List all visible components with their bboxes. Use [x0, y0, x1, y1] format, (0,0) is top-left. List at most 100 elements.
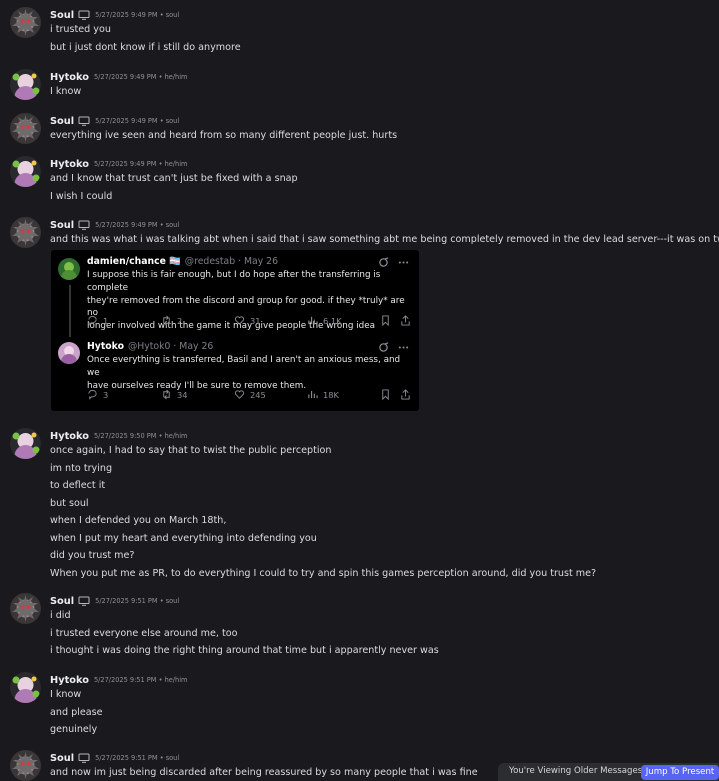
message-header: Hytoko 5/27/2025 9:50 PM • he/him: [50, 429, 187, 443]
tweet-text: Once everything is transferred, Basil an…: [87, 355, 401, 391]
share-button[interactable]: [400, 389, 411, 400]
message-text: when I defended you on March 18th,: [50, 515, 227, 526]
view-count[interactable]: 6.1K: [307, 315, 342, 326]
timestamp[interactable]: 5/27/2025 9:50 PM: [94, 432, 156, 440]
timestamp[interactable]: 5/27/2025 9:49 PM: [94, 160, 156, 168]
message-text: once again, I had to say that to twist t…: [50, 445, 332, 456]
older-messages-label: You're Viewing Older Messages: [509, 766, 643, 776]
author-name[interactable]: Hytoko: [50, 675, 89, 686]
message-text: and now im just being discarded after be…: [50, 767, 478, 778]
message-text: when I put my heart and everything into …: [50, 532, 317, 544]
avatar[interactable]: [10, 672, 41, 703]
bookmark-icon: [382, 315, 389, 326]
avatar[interactable]: [10, 69, 41, 100]
timestamp[interactable]: 5/27/2025 9:49 PM: [95, 11, 157, 19]
bookmark-button[interactable]: [380, 315, 391, 326]
message-meta: 5/27/2025 9:51 PM • soul: [95, 754, 179, 762]
like-count[interactable]: 31: [234, 315, 261, 326]
avatar[interactable]: [10, 7, 41, 38]
separator: •: [156, 160, 165, 168]
message-text: I know: [50, 86, 82, 97]
message-meta: 5/27/2025 9:49 PM • soul: [95, 221, 179, 229]
author-name[interactable]: Soul: [50, 220, 74, 231]
timestamp[interactable]: 5/27/2025 9:51 PM: [95, 754, 157, 762]
desktop-icon: [78, 596, 90, 606]
timestamp[interactable]: 5/27/2025 9:49 PM: [94, 73, 156, 81]
avatar[interactable]: [10, 750, 41, 781]
retweet-count[interactable]: 2: [161, 315, 182, 326]
tweet-avatar[interactable]: [58, 258, 80, 280]
pronouns: soul: [165, 597, 180, 605]
message-text: but i just dont know if i still do anymo…: [50, 41, 241, 53]
bookmark-icon: [382, 389, 389, 400]
reply-count[interactable]: 3: [87, 389, 108, 400]
message-text: and I know that trust can't just be fixe…: [50, 173, 298, 184]
avatar[interactable]: [10, 428, 41, 459]
author-name[interactable]: Hytoko: [50, 431, 89, 442]
message-header: Soul 5/27/2025 9:49 PM • soul: [50, 218, 179, 232]
message-text: and please: [50, 706, 103, 718]
views-icon: [308, 390, 318, 399]
share-icon: [401, 315, 410, 326]
message-meta: 5/27/2025 9:49 PM • soul: [95, 117, 179, 125]
share-button[interactable]: [400, 315, 411, 326]
message-header: Hytoko 5/27/2025 9:49 PM • he/him: [50, 157, 187, 171]
like-count[interactable]: 245: [234, 389, 266, 400]
message-text: and this was what i was talking abt when…: [50, 234, 719, 245]
separator: •: [156, 73, 165, 81]
grok-icon[interactable]: [378, 257, 389, 268]
message-meta: 5/27/2025 9:51 PM • he/him: [94, 676, 187, 684]
desktop-icon: [78, 116, 90, 126]
retweet-icon: [163, 315, 170, 326]
message-header: Hytoko 5/27/2025 9:51 PM • he/him: [50, 673, 187, 687]
timestamp[interactable]: 5/27/2025 9:51 PM: [94, 676, 156, 684]
desktop-icon: [78, 753, 90, 763]
heart-icon: [234, 390, 245, 399]
author-name[interactable]: Soul: [50, 10, 74, 21]
timestamp[interactable]: 5/27/2025 9:49 PM: [95, 117, 157, 125]
author-name[interactable]: Soul: [50, 596, 74, 607]
message-text: I wish I could: [50, 190, 113, 202]
tweet-author[interactable]: Hytoko: [87, 341, 124, 352]
tweet-header: Hytoko @Hytok0 · May 26: [87, 341, 213, 353]
message-text: I know: [50, 689, 82, 700]
author-name[interactable]: Hytoko: [50, 72, 89, 83]
message-header: Soul 5/27/2025 9:49 PM • soul: [50, 8, 179, 22]
timestamp[interactable]: 5/27/2025 9:51 PM: [95, 597, 157, 605]
grok-icon[interactable]: [378, 342, 389, 353]
tweet-actions: [378, 342, 409, 353]
view-count[interactable]: 18K: [307, 389, 339, 400]
message-header: Soul 5/27/2025 9:51 PM • soul: [50, 594, 179, 608]
reply-count[interactable]: 1: [87, 315, 108, 326]
more-icon[interactable]: [398, 342, 409, 353]
message-text: When you put me as PR, to do everything …: [50, 567, 597, 579]
views-icon: [308, 316, 318, 325]
message-meta: 5/27/2025 9:50 PM • he/him: [94, 432, 187, 440]
twitter-embed[interactable]: damien/chance 🏳️‍⚧️ @redestab · May 26 I …: [51, 250, 419, 411]
retweet-count[interactable]: 34: [161, 389, 188, 400]
author-name[interactable]: Soul: [50, 116, 74, 127]
more-icon[interactable]: [398, 257, 409, 268]
desktop-icon: [78, 220, 90, 230]
avatar[interactable]: [10, 113, 41, 144]
message-text: genuinely: [50, 724, 98, 735]
thread-line: [69, 285, 71, 337]
author-name[interactable]: Soul: [50, 753, 74, 764]
author-name[interactable]: Hytoko: [50, 159, 89, 170]
avatar[interactable]: [10, 593, 41, 624]
retweet-icon: [163, 389, 170, 400]
timestamp[interactable]: 5/27/2025 9:49 PM: [95, 221, 157, 229]
message-text: to deflect it: [50, 480, 106, 491]
jump-to-present-button[interactable]: Jump To Present: [641, 765, 719, 780]
avatar[interactable]: [10, 217, 41, 248]
separator: •: [157, 597, 166, 605]
tweet-handle: @redestab · May 26: [184, 256, 279, 267]
message-meta: 5/27/2025 9:51 PM • soul: [95, 597, 179, 605]
pronouns: he/him: [164, 73, 188, 81]
tweet-author[interactable]: damien/chance 🏳️‍⚧️: [87, 256, 181, 267]
tweet-avatar[interactable]: [58, 342, 80, 364]
bookmark-button[interactable]: [380, 389, 391, 400]
separator: •: [157, 117, 166, 125]
older-messages-bar: You're Viewing Older Messages Jump To Pr…: [498, 763, 719, 781]
avatar[interactable]: [10, 156, 41, 187]
